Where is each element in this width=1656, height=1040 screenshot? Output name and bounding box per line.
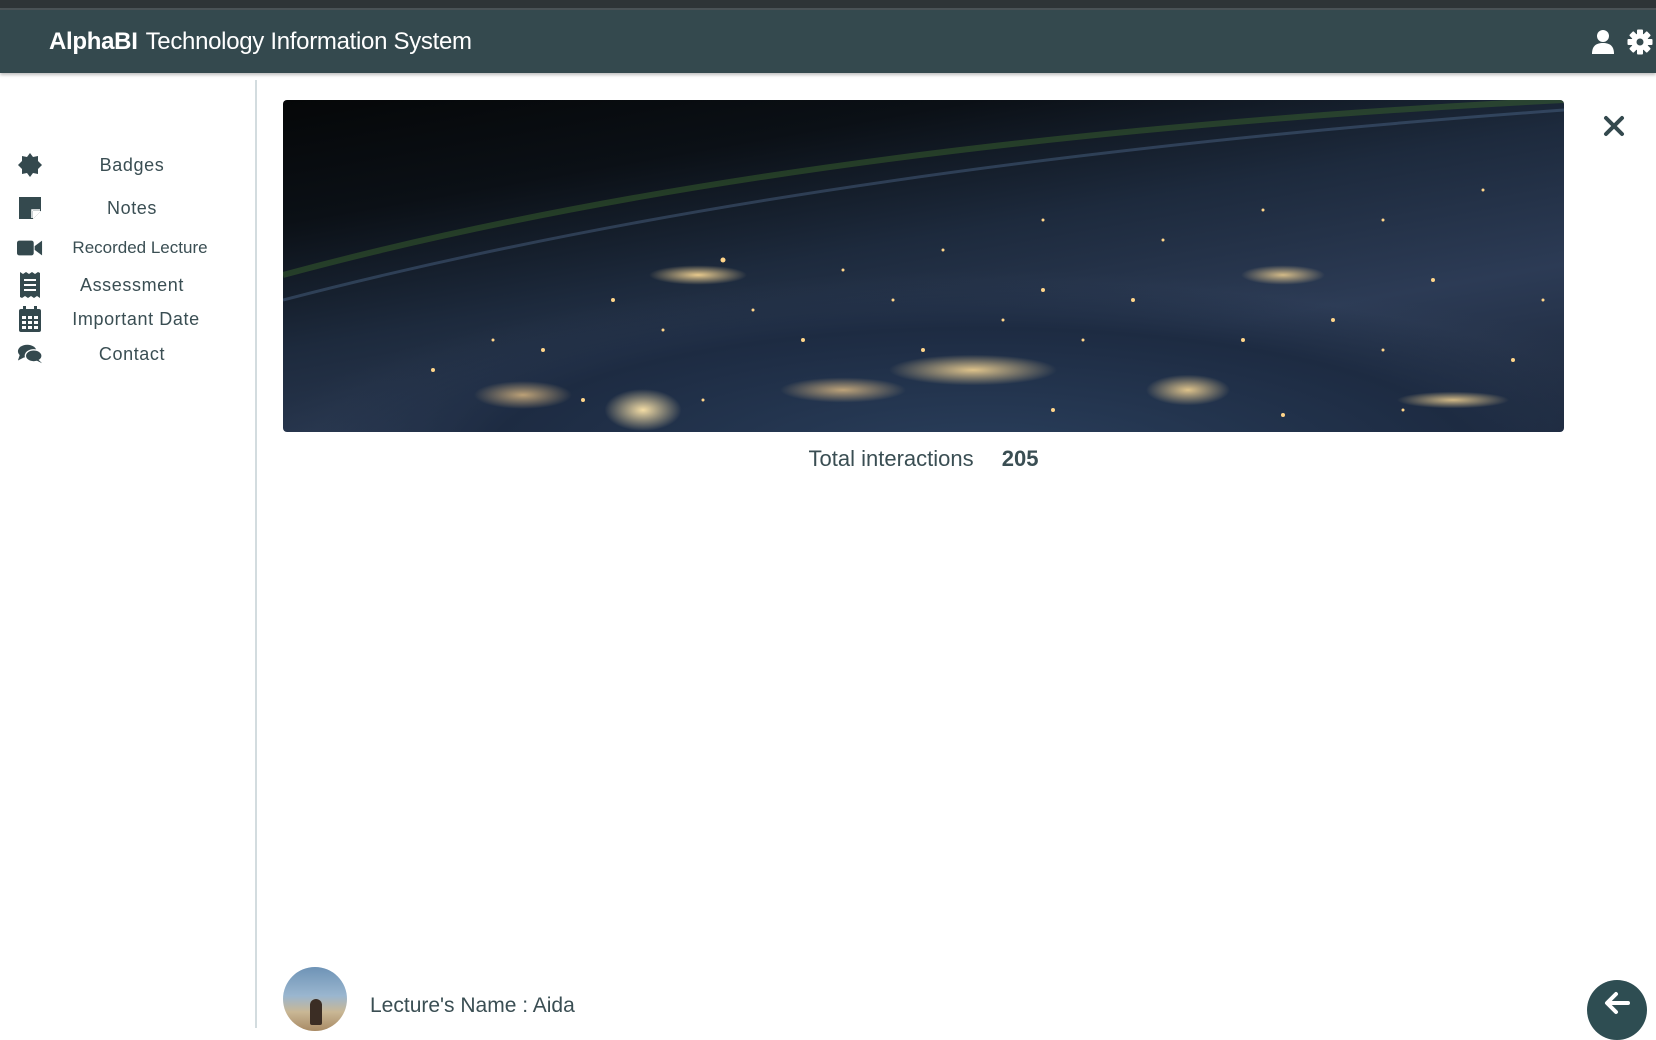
sidebar-item-label: Important Date — [72, 308, 200, 329]
sidebar-item-important-date[interactable]: Important Date — [0, 303, 257, 335]
gear-icon — [1627, 29, 1653, 55]
user-button[interactable] — [1586, 25, 1620, 59]
sidebar-item-badges[interactable]: Badges — [0, 149, 257, 181]
back-button[interactable] — [1587, 980, 1647, 1040]
interactions-label: Total interactions — [808, 446, 974, 471]
sidebar-item-recorded-lecture[interactable]: Recorded Lecture — [0, 232, 257, 264]
sidebar-item-notes[interactable]: Notes — [0, 192, 257, 224]
lecturer-name: Lecture's Name : Aida — [370, 994, 575, 1017]
browser-top-strip — [0, 0, 1656, 10]
sidebar-item-label: Notes — [106, 197, 158, 218]
sidebar-item-assessment[interactable]: Assessment — [0, 269, 257, 301]
brand-name: AlphaBI — [49, 27, 138, 55]
sidebar-item-label: Badges — [99, 154, 165, 175]
close-icon — [1604, 116, 1624, 136]
total-interactions: Total interactions 205 — [283, 446, 1564, 472]
settings-button[interactable] — [1623, 25, 1656, 59]
brand[interactable]: AlphaBI Technology Information System — [49, 28, 472, 56]
earth-at-night-image — [283, 100, 1564, 432]
sidebar: Badges Notes Recorded Lecture Assessment… — [0, 80, 257, 1028]
user-icon — [1592, 30, 1614, 54]
sidebar-item-label: Assessment — [79, 274, 185, 295]
brand-subtitle: Technology Information System — [145, 27, 472, 55]
sidebar-item-contact[interactable]: Contact — [0, 338, 257, 370]
sidebar-item-label: Recorded Lecture — [72, 238, 208, 257]
arrow-left-icon — [1605, 992, 1630, 1014]
lecturer-info: Lecture's Name : Aida — [283, 967, 575, 1031]
app-header: AlphaBI Technology Information System — [0, 10, 1656, 73]
sidebar-item-label: Contact — [98, 343, 166, 364]
interactions-value: 205 — [1001, 446, 1039, 471]
avatar — [283, 967, 347, 1031]
close-button[interactable] — [1596, 108, 1632, 144]
